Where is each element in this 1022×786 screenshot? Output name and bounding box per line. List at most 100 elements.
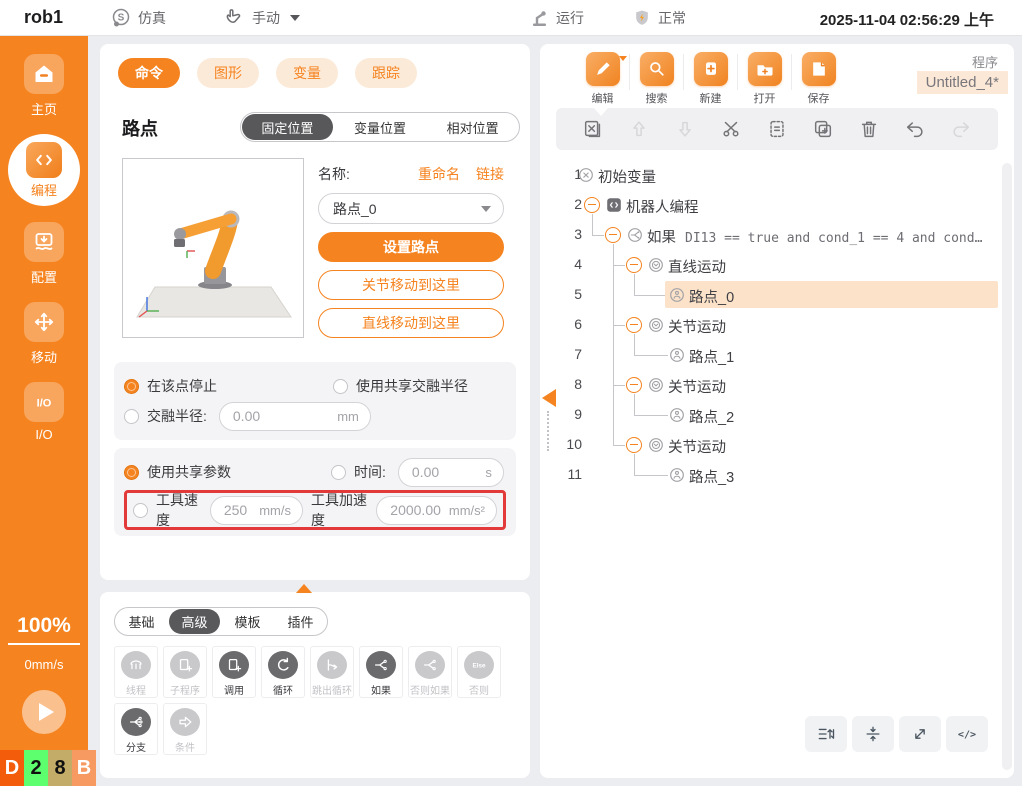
palette-item-如果[interactable]: 如果 [359,646,403,698]
expand-all-button[interactable] [899,716,941,752]
segment-变量位置[interactable]: 变量位置 [335,114,426,140]
保存-button[interactable]: 保存 [792,52,845,106]
tree-line-number: 3 [554,226,582,242]
tree-node-label: 机器人编程 [626,196,699,217]
palette-item-调用[interactable]: 调用 [212,646,256,698]
tree-node-label: 直线运动 [668,256,726,277]
panel-splitter-handle[interactable] [542,389,556,407]
sidebar-item-移动[interactable]: 移动 [8,302,80,366]
编辑-button[interactable]: 编辑 [576,52,629,106]
tree-row[interactable]: 2机器人编程 [540,190,1014,220]
tool-accel-label: 工具加速度 [311,490,368,530]
sidebar-item-I/O[interactable]: I/OI/O [8,382,80,442]
paste-button[interactable] [764,116,790,142]
simulation-mode[interactable]: S 仿真 [110,0,166,36]
tree-row[interactable]: 4直线运动 [540,250,1014,280]
joint-move-button[interactable]: 关节移动到这里 [318,270,504,300]
shared-param-radio[interactable] [124,465,139,480]
打开-button[interactable]: 打开 [738,52,791,106]
palette-tab-模板[interactable]: 模板 [222,609,273,634]
tree-row[interactable]: 10关节运动 [540,430,1014,460]
collapse-toggle[interactable] [626,437,642,453]
mode-dropdown[interactable]: 手动 [222,0,300,36]
segment-相对位置[interactable]: 相对位置 [427,114,518,140]
tree-line-number: 9 [554,406,582,422]
linear-move-button[interactable]: 直线移动到这里 [318,308,504,338]
set-waypoint-button[interactable]: 设置路点 [318,232,504,262]
tree-row[interactable]: 8关节运动 [540,370,1014,400]
palette-item-label: 循环 [273,682,293,697]
collapse-toggle[interactable] [584,197,600,213]
stop-at-point-radio[interactable] [124,379,139,394]
sidebar-item-主页[interactable]: 主页 [8,54,80,118]
搜索-button[interactable]: 搜索 [630,52,683,106]
speed-percent[interactable]: 100% [8,614,80,645]
tool-speed-radio[interactable] [133,503,148,518]
palette-tab-插件[interactable]: 插件 [275,609,326,634]
program-name-badge[interactable]: Untitled_4* [917,71,1008,94]
waypoint-icon [669,287,685,303]
segment-固定位置[interactable]: 固定位置 [242,114,333,140]
tool-speed-input[interactable]: 250 mm/s [210,496,303,525]
sidebar-speed-block: 100% 0mm/s [0,614,88,734]
file-action-label: 新建 [700,90,722,106]
save-icon [802,52,836,86]
clear-selection-button[interactable] [580,116,606,142]
copy-button[interactable] [810,116,836,142]
collapse-toggle[interactable] [626,257,642,273]
cut-button[interactable] [718,116,744,142]
tree-row[interactable]: 7路点_1 [540,340,1014,370]
tab-命令[interactable]: 命令 [118,58,180,88]
collapse-toggle[interactable] [605,227,621,243]
tree-scrollbar[interactable] [1002,163,1012,770]
tree-node-label: 路点_1 [689,346,734,367]
delete-button[interactable] [856,116,882,142]
play-button[interactable] [22,690,66,734]
sidebar-item-配置[interactable]: 配置 [8,222,80,286]
palette-item-分支[interactable]: 分支 [114,703,158,755]
blend-radius-input[interactable]: 0.00 mm [219,402,371,431]
tree-row[interactable]: 1初始变量 [540,160,1014,190]
palette-tab-高级[interactable]: 高级 [169,609,220,634]
sidebar-item-编程[interactable]: 编程 [8,134,80,206]
collapse-toggle[interactable] [626,317,642,333]
tree-node-label: 路点_2 [689,406,734,427]
palette-item-循环[interactable]: 循环 [261,646,305,698]
tree-row[interactable]: 3如果DI13 == true and cond_1 == 4 and cond… [540,220,1014,250]
blend-radius-radio[interactable] [124,409,139,424]
move-icon [24,302,64,342]
collapse-toggle[interactable] [626,377,642,393]
run-label: 运行 [556,8,584,28]
tree-row[interactable]: 5路点_0 [540,280,1014,310]
tree-row[interactable]: 6关节运动 [540,310,1014,340]
tab-跟踪[interactable]: 跟踪 [355,58,417,88]
undo-button[interactable] [902,116,928,142]
palette-tab-基础[interactable]: 基础 [116,609,167,634]
tab-图形[interactable]: 图形 [197,58,259,88]
blend-radius-value: 0.00 [233,408,260,424]
sidebar-item-label: I/O [35,427,52,442]
新建-button[interactable]: 新建 [684,52,737,106]
command-tabs: 命令图形变量跟踪 [100,44,530,88]
tool-accel-input[interactable]: 2000.00 mm/s² [376,496,497,525]
time-radio[interactable] [331,465,346,480]
reorder-button[interactable] [805,716,847,752]
tree-row[interactable]: 9 路点_2 [540,400,1014,430]
new-icon [694,52,728,86]
run-status[interactable]: 运行 [530,0,584,36]
waypoint-select[interactable]: 路点_0 [318,193,504,224]
move-up-button [626,116,652,142]
tab-变量[interactable]: 变量 [276,58,338,88]
safety-status[interactable]: 正常 [632,0,686,36]
code-view-button[interactable]: </> [946,716,988,752]
tree-row[interactable]: 11路点_3 [540,460,1014,490]
collapse-all-button[interactable] [852,716,894,752]
debug-block-8: 8 [48,750,72,786]
motion-icon [648,257,664,273]
time-input[interactable]: 0.00 s [398,458,504,487]
program-tree: 1初始变量2机器人编程3如果DI13 == true and cond_1 ==… [540,160,1014,714]
rename-link[interactable]: 重命名 [418,164,460,184]
link-link[interactable]: 链接 [476,164,504,184]
shared-blend-radio[interactable] [333,379,348,394]
palette-item-跳出循环: 跳出循环 [310,646,354,698]
